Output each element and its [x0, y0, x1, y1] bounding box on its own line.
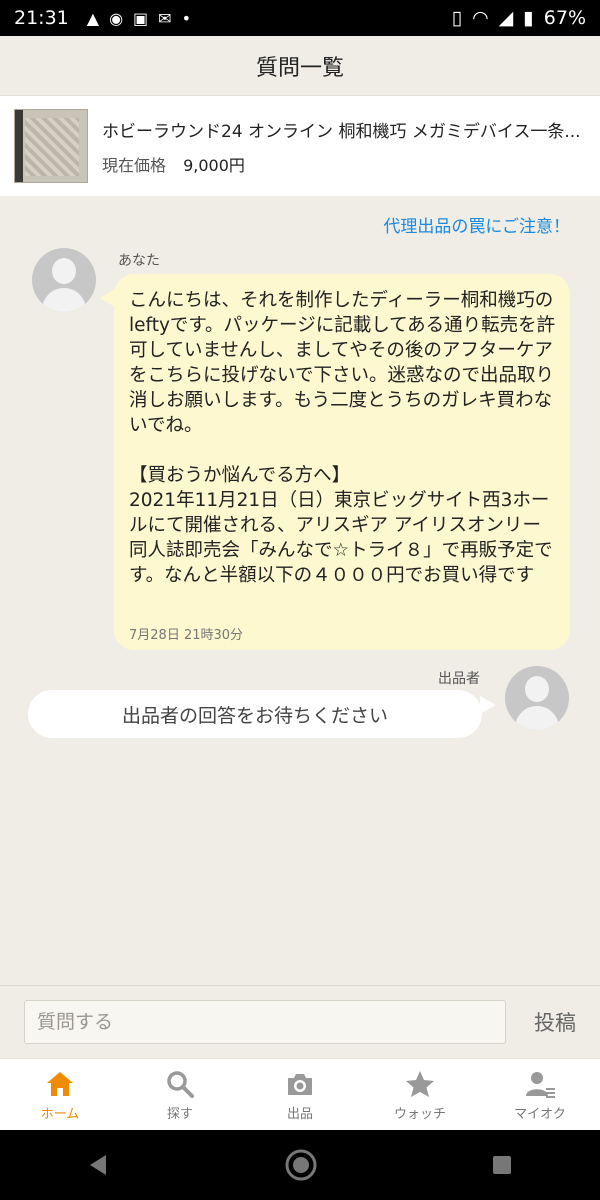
page-header: 質問一覧	[0, 36, 600, 96]
question-bubble: こんにちは、それを制作したディーラー桐和機巧のleftyです。パッケージに記載し…	[100, 274, 570, 650]
nav-label-sell: 出品	[286, 1106, 313, 1122]
price-label: 現在価格	[102, 155, 167, 175]
product-title: ホビーラウンド24 オンライン 桐和機巧 メガミデバイス一条...	[102, 121, 581, 142]
dot-icon: •	[181, 8, 192, 28]
status-time: 21:31	[14, 7, 69, 29]
nav-label-home: ホーム	[40, 1106, 80, 1122]
signal-icon: ◢	[498, 7, 514, 29]
nav-item-watch[interactable]: ウォッチ	[360, 1059, 480, 1130]
question-timestamp: 7月28日 21時30分	[129, 628, 244, 643]
seller-label: 出品者	[438, 671, 480, 687]
camera-icon	[288, 1073, 312, 1095]
battery-level: 67%	[543, 7, 586, 29]
page-title: 質問一覧	[255, 55, 344, 81]
question-input[interactable]	[24, 1000, 506, 1044]
my-avatar	[32, 248, 96, 312]
discord-icon: ◉	[109, 8, 124, 28]
star-icon	[406, 1070, 434, 1097]
nav-label-myauction: マイオク	[514, 1106, 566, 1122]
bottom-nav: ホーム 探す 出品 ウォッチ マイオク	[0, 1058, 600, 1130]
notification-icons: ▲ ◉ ▣ ✉ •	[87, 9, 191, 28]
search-icon	[167, 1070, 194, 1098]
system-nav-bar	[0, 1130, 600, 1200]
recents-icon[interactable]	[490, 1153, 514, 1177]
nav-item-myauction[interactable]: マイオク	[480, 1059, 600, 1130]
battery-icon: ▮	[523, 7, 534, 29]
nav-item-home[interactable]: ホーム	[0, 1059, 120, 1130]
nav-item-search[interactable]: 探す	[120, 1059, 240, 1130]
warning-icon: ▲	[86, 8, 100, 28]
back-icon[interactable]	[86, 1152, 112, 1178]
mail-icon: ✉	[158, 8, 172, 28]
nav-label-watch: ウォッチ	[393, 1106, 446, 1122]
vibrate-icon: ▯	[451, 7, 463, 29]
app-icon: ▣	[133, 8, 149, 28]
seller-reply-bubble: 出品者の回答をお待ちください	[28, 690, 496, 738]
product-thumbnail[interactable]	[14, 109, 88, 183]
question-text: こんにちは、それを制作したディーラー桐和機巧のleftyです。パッケージに記載し…	[129, 290, 556, 586]
home-icon	[47, 1071, 73, 1096]
price-value: 9,000円	[183, 155, 245, 175]
nav-label-search: 探す	[166, 1106, 193, 1122]
nav-item-sell[interactable]: 出品	[240, 1059, 360, 1130]
seller-avatar	[505, 666, 569, 730]
question-input-bar: 投稿	[0, 985, 600, 1058]
proxy-listing-warning-link[interactable]: 代理出品の罠にご注意！	[383, 212, 570, 237]
seller-reply-text: 出品者の回答をお待ちください	[121, 704, 388, 727]
home-circle-icon[interactable]	[284, 1148, 318, 1182]
product-card[interactable]: ホビーラウンド24 オンライン 桐和機巧 メガミデバイス一条... 現在価格 9…	[0, 96, 600, 196]
user-list-icon	[526, 1071, 555, 1098]
wifi-icon: ◠	[472, 7, 489, 29]
post-button[interactable]: 投稿	[520, 1000, 590, 1044]
my-label: あなた	[118, 253, 160, 269]
status-bar: 21:31 ▲ ◉ ▣ ✉ • ▯ ◠ ◢ ▮ 67%	[0, 0, 600, 36]
